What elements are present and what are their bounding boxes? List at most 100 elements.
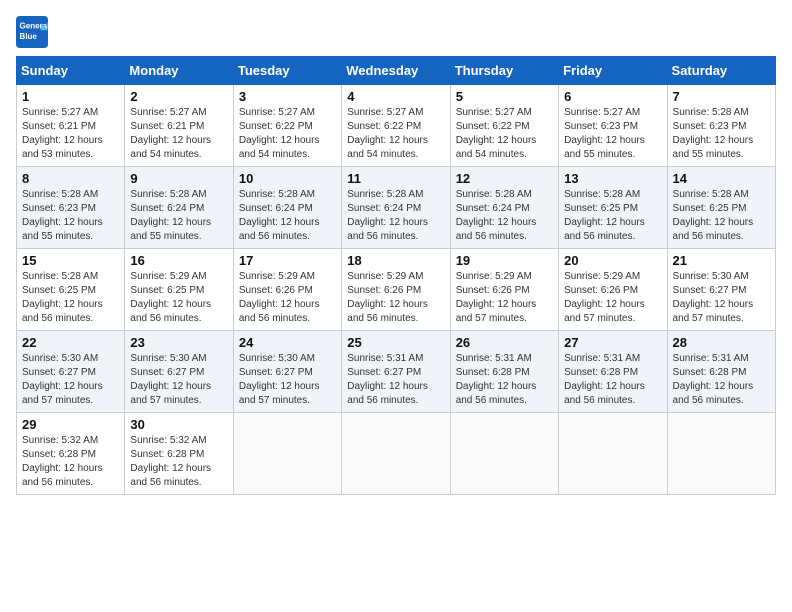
day-info: Sunrise: 5:30 AMSunset: 6:27 PMDaylight:… [673, 270, 770, 326]
calendar-cell: 13 Sunrise: 5:28 AMSunset: 6:25 PMDayligh… [559, 167, 667, 249]
day-number: 10 [239, 171, 336, 186]
day-info: Sunrise: 5:27 AMSunset: 6:23 PMDaylight:… [564, 106, 661, 162]
day-number: 6 [564, 89, 661, 104]
calendar-cell: 23 Sunrise: 5:30 AMSunset: 6:27 PMDayligh… [125, 331, 233, 413]
calendar-body: 1 Sunrise: 5:27 AMSunset: 6:21 PMDaylight… [17, 85, 776, 495]
day-number: 5 [456, 89, 553, 104]
day-info: Sunrise: 5:30 AMSunset: 6:27 PMDaylight:… [130, 352, 227, 408]
calendar-cell: 9Sunrise: 5:28 AMSunset: 6:24 PMDaylight… [125, 167, 233, 249]
day-info: Sunrise: 5:31 AMSunset: 6:28 PMDaylight:… [564, 352, 661, 408]
calendar-cell: 17 Sunrise: 5:29 AMSunset: 6:26 PMDayligh… [233, 249, 341, 331]
day-number: 3 [239, 89, 336, 104]
day-info: Sunrise: 5:28 AMSunset: 6:23 PMDaylight:… [22, 188, 119, 244]
calendar-cell: 12 Sunrise: 5:28 AMSunset: 6:24 PMDayligh… [450, 167, 558, 249]
day-info: Sunrise: 5:31 AMSunset: 6:28 PMDaylight:… [456, 352, 553, 408]
day-number: 17 [239, 253, 336, 268]
day-header-wednesday: Wednesday [342, 57, 450, 85]
calendar-cell: 15Sunrise: 5:28 AMSunset: 6:25 PMDayligh… [17, 249, 125, 331]
day-info: Sunrise: 5:31 AMSunset: 6:28 PMDaylight:… [673, 352, 770, 408]
day-info: Sunrise: 5:32 AMSunset: 6:28 PMDaylight:… [130, 434, 227, 490]
calendar-cell: 14 Sunrise: 5:28 AMSunset: 6:25 PMDayligh… [667, 167, 775, 249]
day-number: 30 [130, 417, 227, 432]
day-number: 26 [456, 335, 553, 350]
day-info: Sunrise: 5:29 AMSunset: 6:25 PMDaylight:… [130, 270, 227, 326]
calendar-cell: 20Sunrise: 5:29 AMSunset: 6:26 PMDayligh… [559, 249, 667, 331]
day-info: Sunrise: 5:29 AMSunset: 6:26 PMDaylight:… [239, 270, 336, 326]
day-info: Sunrise: 5:28 AMSunset: 6:24 PMDaylight:… [456, 188, 553, 244]
calendar-cell [450, 413, 558, 495]
day-info: Sunrise: 5:29 AMSunset: 6:26 PMDaylight:… [456, 270, 553, 326]
day-number: 8 [22, 171, 119, 186]
day-number: 16 [130, 253, 227, 268]
day-number: 4 [347, 89, 444, 104]
calendar-cell: 22 Sunrise: 5:30 AMSunset: 6:27 PMDayligh… [17, 331, 125, 413]
day-number: 19 [456, 253, 553, 268]
day-info: Sunrise: 5:31 AMSunset: 6:27 PMDaylight:… [347, 352, 444, 408]
day-info: Sunrise: 5:28 AMSunset: 6:25 PMDaylight:… [673, 188, 770, 244]
calendar-cell: 18Sunrise: 5:29 AMSunset: 6:26 PMDayligh… [342, 249, 450, 331]
calendar-cell [342, 413, 450, 495]
day-info: Sunrise: 5:27 AMSunset: 6:21 PMDaylight:… [22, 106, 119, 162]
day-number: 13 [564, 171, 661, 186]
day-number: 2 [130, 89, 227, 104]
day-number: 27 [564, 335, 661, 350]
day-number: 23 [130, 335, 227, 350]
calendar-cell: 27 Sunrise: 5:31 AMSunset: 6:28 PMDayligh… [559, 331, 667, 413]
day-info: Sunrise: 5:28 AMSunset: 6:25 PMDaylight:… [564, 188, 661, 244]
day-header-friday: Friday [559, 57, 667, 85]
day-number: 22 [22, 335, 119, 350]
day-info: Sunrise: 5:30 AMSunset: 6:27 PMDaylight:… [22, 352, 119, 408]
day-info: Sunrise: 5:29 AMSunset: 6:26 PMDaylight:… [564, 270, 661, 326]
day-info: Sunrise: 5:27 AMSunset: 6:21 PMDaylight:… [130, 106, 227, 162]
day-info: Sunrise: 5:28 AMSunset: 6:25 PMDaylight:… [22, 270, 119, 326]
calendar-cell: 10 Sunrise: 5:28 AMSunset: 6:24 PMDayligh… [233, 167, 341, 249]
day-number: 25 [347, 335, 444, 350]
calendar-cell: 1 Sunrise: 5:27 AMSunset: 6:21 PMDaylight… [17, 85, 125, 167]
day-header-saturday: Saturday [667, 57, 775, 85]
day-header-tuesday: Tuesday [233, 57, 341, 85]
calendar-row: 22 Sunrise: 5:30 AMSunset: 6:27 PMDayligh… [17, 331, 776, 413]
day-header-thursday: Thursday [450, 57, 558, 85]
calendar-table: SundayMondayTuesdayWednesdayThursdayFrid… [16, 56, 776, 495]
day-header-sunday: Sunday [17, 57, 125, 85]
day-info: Sunrise: 5:27 AMSunset: 6:22 PMDaylight:… [347, 106, 444, 162]
day-info: Sunrise: 5:30 AMSunset: 6:27 PMDaylight:… [239, 352, 336, 408]
calendar-cell: 4 Sunrise: 5:27 AMSunset: 6:22 PMDaylight… [342, 85, 450, 167]
logo-icon: General Blue [16, 16, 48, 48]
calendar-cell: 6 Sunrise: 5:27 AMSunset: 6:23 PMDaylight… [559, 85, 667, 167]
calendar-cell [667, 413, 775, 495]
calendar-cell: 2 Sunrise: 5:27 AMSunset: 6:21 PMDaylight… [125, 85, 233, 167]
day-number: 14 [673, 171, 770, 186]
calendar-row: 8 Sunrise: 5:28 AMSunset: 6:23 PMDaylight… [17, 167, 776, 249]
calendar-row: 15Sunrise: 5:28 AMSunset: 6:25 PMDayligh… [17, 249, 776, 331]
calendar-cell: 3Sunrise: 5:27 AMSunset: 6:22 PMDaylight… [233, 85, 341, 167]
days-header-row: SundayMondayTuesdayWednesdayThursdayFrid… [17, 57, 776, 85]
logo: General Blue [16, 16, 52, 48]
day-number: 1 [22, 89, 119, 104]
calendar-cell: 25 Sunrise: 5:31 AMSunset: 6:27 PMDayligh… [342, 331, 450, 413]
calendar-cell: 28Sunrise: 5:31 AMSunset: 6:28 PMDayligh… [667, 331, 775, 413]
day-info: Sunrise: 5:28 AMSunset: 6:24 PMDaylight:… [130, 188, 227, 244]
day-info: Sunrise: 5:28 AMSunset: 6:24 PMDaylight:… [239, 188, 336, 244]
header: General Blue [16, 16, 776, 48]
calendar-cell: 8 Sunrise: 5:28 AMSunset: 6:23 PMDaylight… [17, 167, 125, 249]
day-number: 21 [673, 253, 770, 268]
calendar-cell: 11 Sunrise: 5:28 AMSunset: 6:24 PMDayligh… [342, 167, 450, 249]
day-number: 18 [347, 253, 444, 268]
calendar-cell: 5Sunrise: 5:27 AMSunset: 6:22 PMDaylight… [450, 85, 558, 167]
calendar-cell: 24 Sunrise: 5:30 AMSunset: 6:27 PMDayligh… [233, 331, 341, 413]
calendar-cell: 19 Sunrise: 5:29 AMSunset: 6:26 PMDayligh… [450, 249, 558, 331]
calendar-cell: 30 Sunrise: 5:32 AMSunset: 6:28 PMDayligh… [125, 413, 233, 495]
calendar-row: 29 Sunrise: 5:32 AMSunset: 6:28 PMDayligh… [17, 413, 776, 495]
calendar-row: 1 Sunrise: 5:27 AMSunset: 6:21 PMDaylight… [17, 85, 776, 167]
day-number: 29 [22, 417, 119, 432]
day-number: 24 [239, 335, 336, 350]
calendar-cell: 29Sunrise: 5:32 AMSunset: 6:28 PMDayligh… [17, 413, 125, 495]
day-info: Sunrise: 5:28 AMSunset: 6:24 PMDaylight:… [347, 188, 444, 244]
day-number: 12 [456, 171, 553, 186]
day-number: 11 [347, 171, 444, 186]
calendar-cell [559, 413, 667, 495]
day-header-monday: Monday [125, 57, 233, 85]
calendar-cell [233, 413, 341, 495]
svg-text:Blue: Blue [20, 32, 38, 41]
